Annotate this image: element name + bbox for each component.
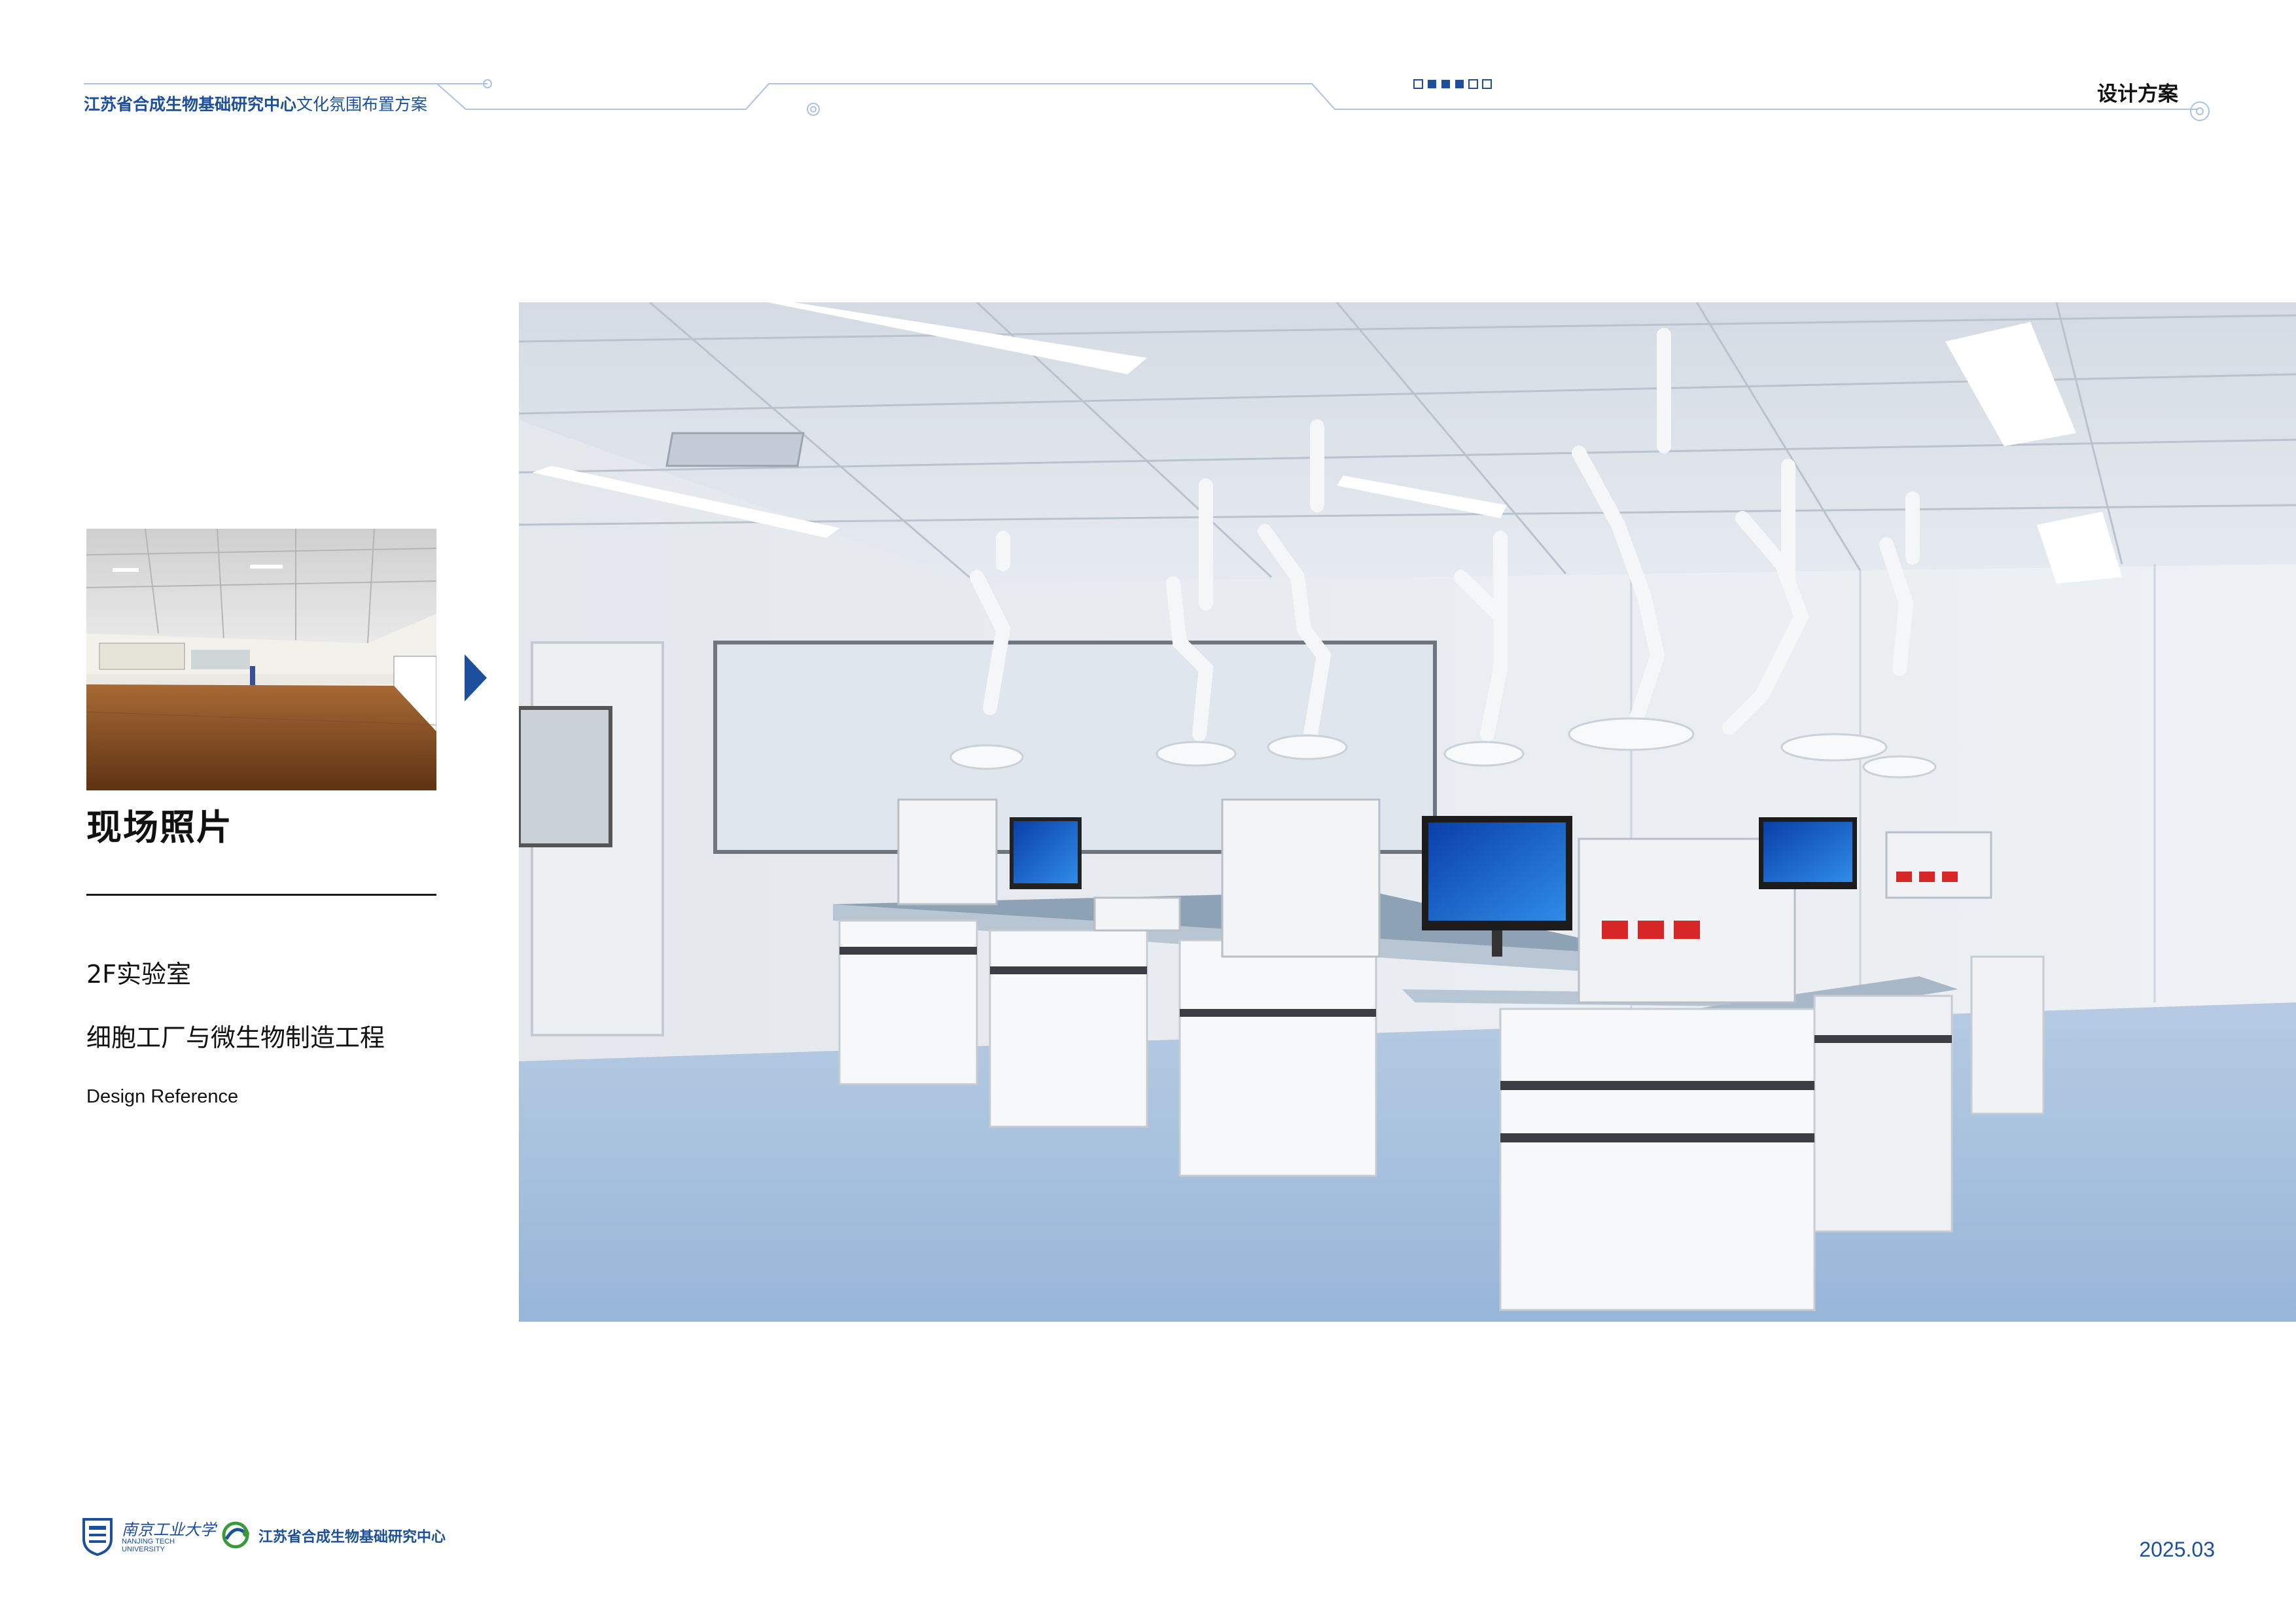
project-label: 细胞工厂与微生物制造工程 [86, 1023, 385, 1052]
header-title: 江苏省合成生物基础研究中心文化氛围布置方案 [84, 92, 427, 115]
triangle-right-icon [465, 654, 487, 701]
university-logo-icon [82, 1518, 113, 1556]
floor-label: 2F实验室 [86, 960, 192, 989]
site-photo [86, 529, 436, 790]
university-name-en-line1: NANJING TECH [122, 1538, 175, 1545]
center-logo-icon [222, 1521, 249, 1549]
lab-render-image [519, 302, 2296, 1322]
university-name-en: NANJING TECH UNIVERSITY [122, 1538, 175, 1553]
photo-caption: 现场照片 [86, 807, 233, 848]
university-name-en-line2: UNIVERSITY [122, 1545, 166, 1553]
header-doc-title: 文化氛围布置方案 [296, 95, 428, 114]
date-label: 2025.03 [2139, 1538, 2215, 1561]
footer-center-name: 江苏省合成生物基础研究中心 [258, 1529, 446, 1545]
section-label: 设计方案 [2097, 82, 2178, 106]
page-indicator [1413, 79, 1492, 89]
university-name-cn: 南京工业大学 [122, 1521, 216, 1539]
divider [86, 894, 436, 896]
header-center-name: 江苏省合成生物基础研究中心 [84, 95, 297, 114]
english-label: Design Reference [86, 1086, 239, 1107]
